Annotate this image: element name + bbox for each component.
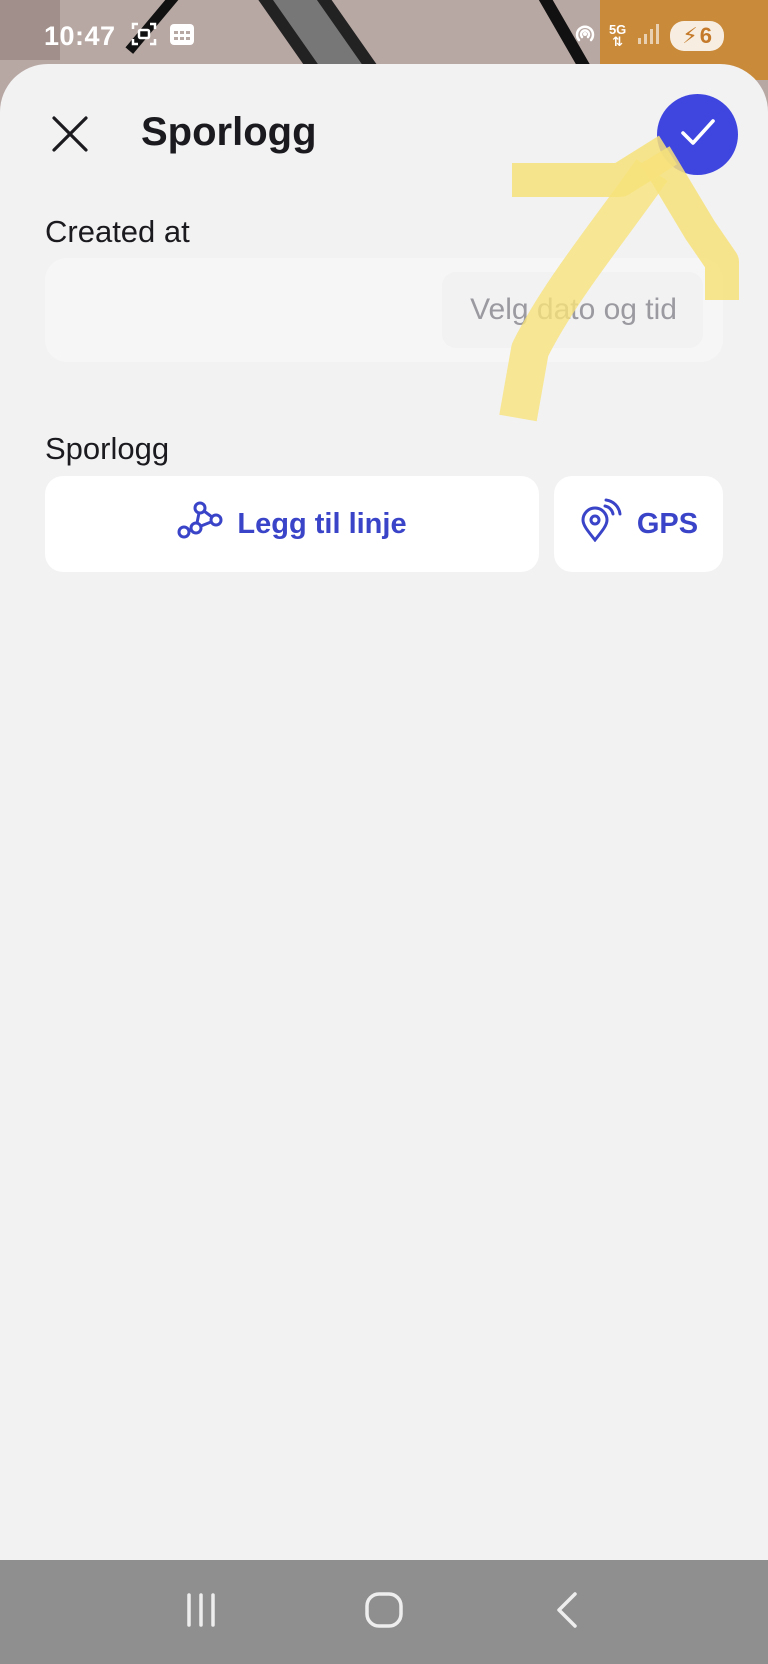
back-icon — [549, 1590, 585, 1635]
check-icon — [678, 112, 718, 157]
add-line-label: Legg til linje — [237, 507, 407, 540]
bottom-sheet: Sporlogg Created at Velg dato og tid Spo… — [0, 64, 768, 1560]
recent-apps-icon — [181, 1590, 221, 1635]
screenshot-icon — [130, 20, 158, 53]
back-button[interactable] — [527, 1582, 607, 1642]
gps-label: GPS — [636, 507, 699, 540]
created-at-label: Created at — [45, 214, 190, 249]
calendar-icon — [168, 20, 196, 53]
track-log-actions: Legg til linje GPS — [45, 476, 723, 572]
close-button[interactable] — [44, 110, 96, 162]
add-line-button[interactable]: Legg til linje — [45, 476, 539, 572]
track-log-label: Sporlogg — [45, 431, 170, 466]
navigation-bar — [0, 1560, 768, 1664]
gps-button[interactable]: GPS — [554, 476, 723, 572]
status-time: 10:47 — [44, 20, 116, 51]
home-button[interactable] — [344, 1582, 424, 1642]
gps-signal-icon — [579, 498, 623, 550]
sheet-header: Sporlogg — [0, 64, 768, 204]
page-title: Sporlogg — [141, 110, 317, 154]
hotspot-icon — [571, 20, 599, 53]
charging-icon: ⚡ — [682, 23, 698, 48]
network-type-icon: 5G ⇅ — [608, 22, 627, 49]
status-bar: 10:47 5G ⇅ ⚡ 6 — [0, 0, 768, 72]
home-icon — [363, 1589, 405, 1636]
battery-indicator: ⚡ 6 — [670, 21, 724, 51]
recent-apps-button[interactable] — [161, 1582, 241, 1642]
polyline-icon — [177, 500, 223, 548]
created-at-field[interactable]: Velg dato og tid — [45, 258, 723, 362]
confirm-button[interactable] — [657, 94, 738, 175]
battery-level: 6 — [699, 23, 712, 48]
close-icon — [51, 115, 89, 158]
signal-icon — [636, 22, 660, 51]
date-time-picker[interactable]: Velg dato og tid — [442, 272, 703, 348]
